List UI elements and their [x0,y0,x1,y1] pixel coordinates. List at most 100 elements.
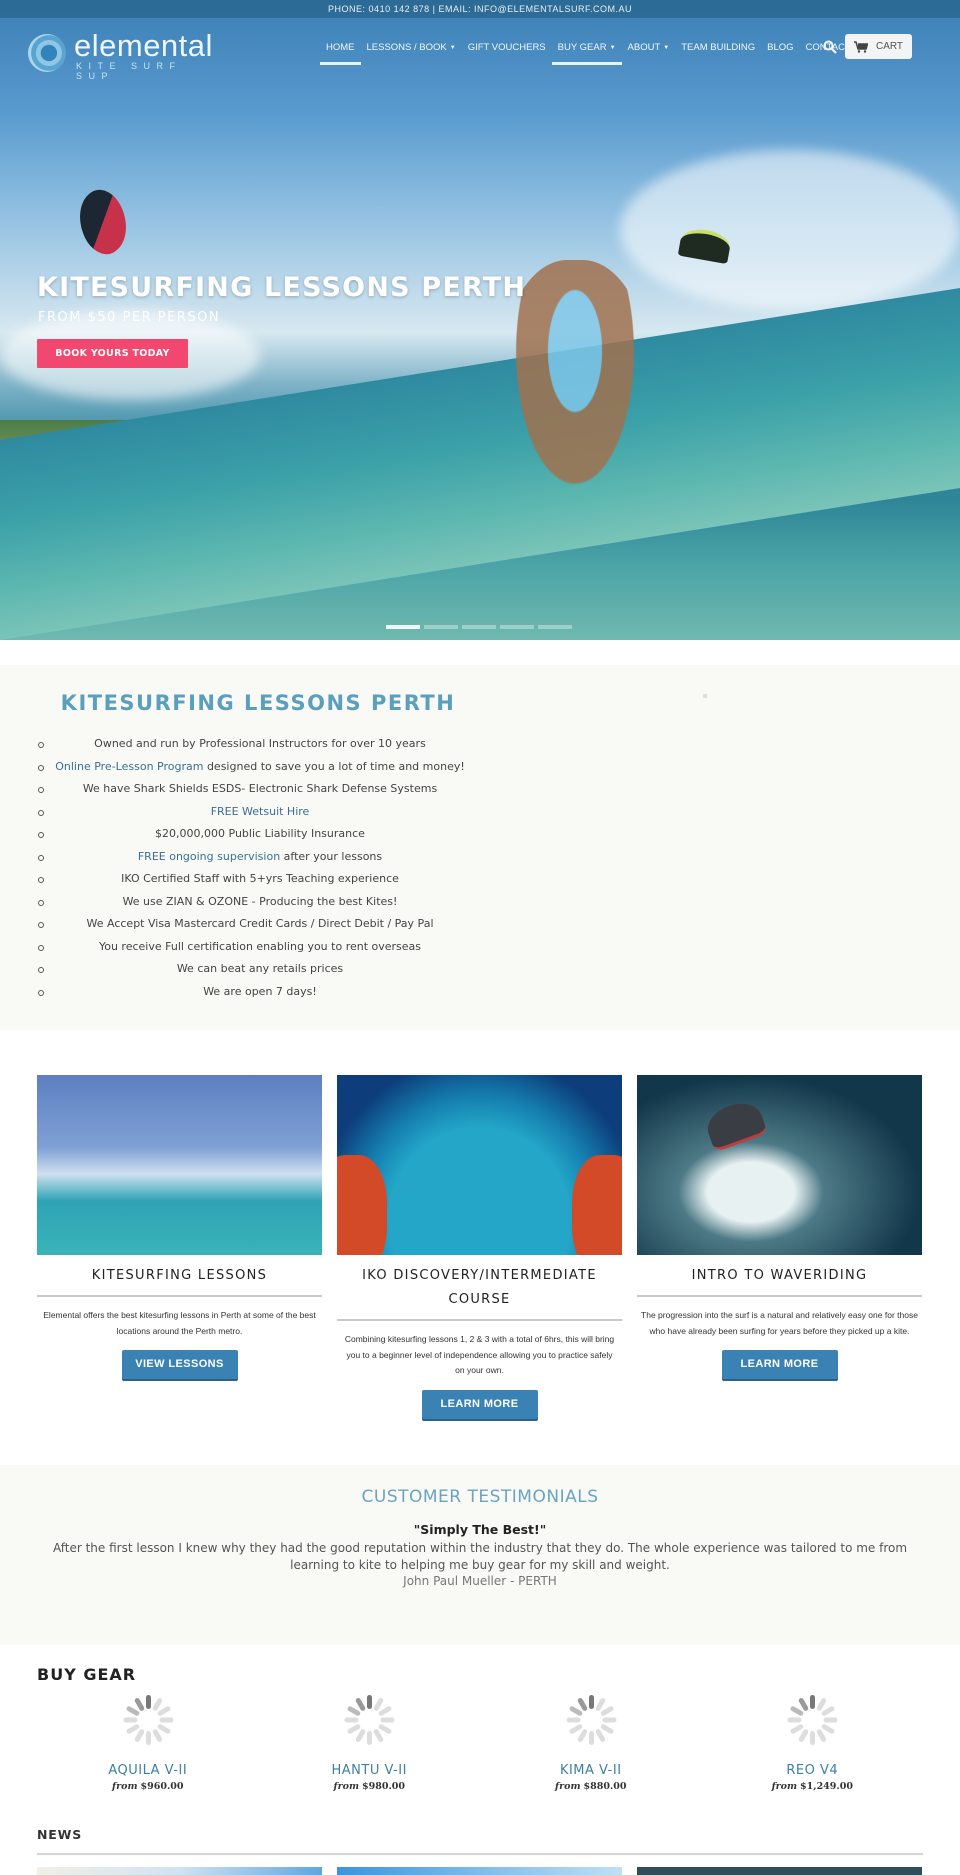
card-description: The progression into the surf is a natur… [641,1310,918,1336]
spinner-spoke [588,1695,594,1709]
loading-spinner-icon [123,1695,174,1745]
loading-spinner-icon [344,1695,395,1745]
cart-icon [853,40,868,53]
product-name[interactable]: KIMA V-II [480,1763,702,1778]
news-thumbnails [37,1867,923,1875]
spinner-spoke [355,1728,367,1743]
product-name[interactable]: HANTU V-II [259,1763,481,1778]
buy-gear-title: BUY GEAR [37,1665,137,1684]
nav-lessons-book[interactable]: LESSONS / BOOK ▼ [361,42,462,62]
price-value: $1,249.00 [800,1781,853,1792]
feature-item: Online Pre-Lesson Program designed to sa… [38,756,482,779]
slide-indicator[interactable] [386,625,420,629]
product-price: from $880.00 [480,1781,702,1792]
caret-down-icon: ▼ [663,45,670,51]
caret-down-icon: ▼ [449,45,456,51]
product-price: from $1,249.00 [702,1781,924,1792]
price-prefix: from [112,1781,138,1792]
feature-item: IKO Certified Staff with 5+yrs Teaching … [38,868,482,891]
feature-item: We have Shark Shields ESDS- Electronic S… [38,778,482,801]
logo-tagline: KITE SURF SUP [76,61,182,81]
spinner-spoke [821,1705,836,1717]
kitesurfing-lessons-image[interactable] [37,1075,322,1255]
waveriding-image[interactable] [637,1075,922,1255]
spinner-spoke [344,1717,359,1723]
feature-item: $20,000,000 Public Liability Insurance [38,823,482,846]
nav-blog[interactable]: BLOG [761,42,799,62]
free-supervision-link[interactable]: FREE ongoing supervision [138,850,280,863]
feature-text: We have Shark Shields ESDS- Electronic S… [82,782,438,795]
feature-text: $20,000,000 Public Liability Insurance [155,827,365,840]
spinner-spoke [566,1717,581,1723]
cart-button[interactable]: CART [845,34,912,59]
news-thumbnail[interactable] [337,1867,622,1875]
card-description: Combining kitesurfing lessons 1, 2 & 3 w… [344,1334,615,1375]
feature-item: We are open 7 days! [38,981,482,1004]
feature-item: We use ZIAN & OZONE - Producing the best… [38,891,482,914]
product-card[interactable]: AQUILA V-II from $960.00 [37,1695,259,1792]
slide-indicator[interactable] [500,625,534,629]
logo-swirl-icon [28,34,66,72]
spinner-spoke [123,1717,138,1723]
feature-item: FREE ongoing supervision after your less… [38,846,482,869]
nav-label: HOME [326,42,355,53]
nav-about[interactable]: ABOUT ▼ [622,42,676,62]
loading-placeholder-icon [703,694,707,698]
product-card[interactable]: HANTU V-II from $980.00 [259,1695,481,1792]
product-card[interactable]: KIMA V-II from $880.00 [480,1695,702,1792]
search-icon[interactable] [823,40,837,54]
news-thumbnail[interactable] [37,1867,322,1875]
nav-label: ABOUT [627,42,661,53]
testimonial-heading: "Simply The Best!" [413,1522,547,1537]
card-title: KITESURFING LESSONS [37,1264,322,1297]
hero-kite-red [68,183,138,261]
spinner-spoke [145,1695,151,1709]
product-grid: AQUILA V-II from $960.00 HANTU V-II from $… [37,1695,923,1792]
nav-team-building[interactable]: TEAM BUILDING [675,42,761,62]
book-now-button[interactable]: BOOK YOURS TODAY [37,339,188,368]
loading-spinner-icon [787,1695,838,1745]
iko-course-image[interactable] [337,1075,622,1255]
news-video-thumbnail[interactable] [637,1867,922,1875]
card-title: IKO DISCOVERY/INTERMEDIATE COURSE [337,1264,622,1321]
feature-text: You receive Full certification enabling … [98,939,422,953]
feature-item: We Accept Visa Mastercard Credit Cards /… [38,913,482,936]
product-card[interactable]: REO V4 from $1,249.00 [702,1695,924,1792]
spinner-spoke [367,1695,373,1709]
feature-text: We Accept Visa Mastercard Credit Cards /… [86,917,434,930]
lesson-card: IKO DISCOVERY/INTERMEDIATE COURSE Combin… [337,1075,622,1419]
testimonials-section: CUSTOMER TESTIMONIALS "Simply The Best!"… [0,1465,960,1645]
news-divider [37,1853,923,1855]
free-wetsuit-hire-link[interactable]: FREE Wetsuit Hire [211,805,310,818]
spinner-spoke [159,1717,174,1723]
spinner-spoke [380,1717,395,1723]
feature-item: FREE Wetsuit Hire [38,801,482,824]
learn-more-button[interactable]: LEARN MORE [721,1350,838,1379]
nav-buy-gear[interactable]: BUY GEAR ▼ [551,42,622,65]
product-name[interactable]: REO V4 [702,1763,924,1778]
hero-title: KITESURFING LESSONS PERTH [37,272,527,303]
feature-text: We use ZIAN & OZONE - Producing the best… [122,894,398,908]
nav-gift-vouchers[interactable]: GIFT VOUCHERS [462,42,552,62]
features-list: Owned and run by Professional Instructor… [38,733,482,1003]
card-description: Elemental offers the best kitesurfing le… [43,1310,316,1336]
site-logo[interactable]: elemental KITE SURF SUP [28,28,228,81]
spinner-spoke [367,1731,373,1745]
view-lessons-button[interactable]: VIEW LESSONS [121,1350,238,1379]
nav-label: LESSONS / BOOK [366,42,447,53]
spinner-spoke [787,1717,802,1723]
contact-topbar: PHONE: 0410 142 878 | EMAIL: INFO@ELEMEN… [0,0,960,18]
price-value: $980.00 [362,1781,405,1792]
features-title: KITESURFING LESSONS PERTH [60,691,456,715]
news-title: NEWS [37,1827,82,1842]
feature-item: Owned and run by Professional Instructor… [38,733,482,756]
learn-more-button[interactable]: LEARN MORE [421,1389,538,1419]
nav-label: GIFT VOUCHERS [467,42,546,53]
nav-home[interactable]: HOME [320,42,361,65]
slide-indicator[interactable] [462,625,496,629]
slide-indicator[interactable] [538,625,572,629]
lesson-cards: KITESURFING LESSONS Elemental offers the… [37,1075,923,1419]
slide-indicator[interactable] [424,625,458,629]
pre-lesson-program-link[interactable]: Online Pre-Lesson Program [55,760,203,773]
product-name[interactable]: AQUILA V-II [37,1763,259,1778]
